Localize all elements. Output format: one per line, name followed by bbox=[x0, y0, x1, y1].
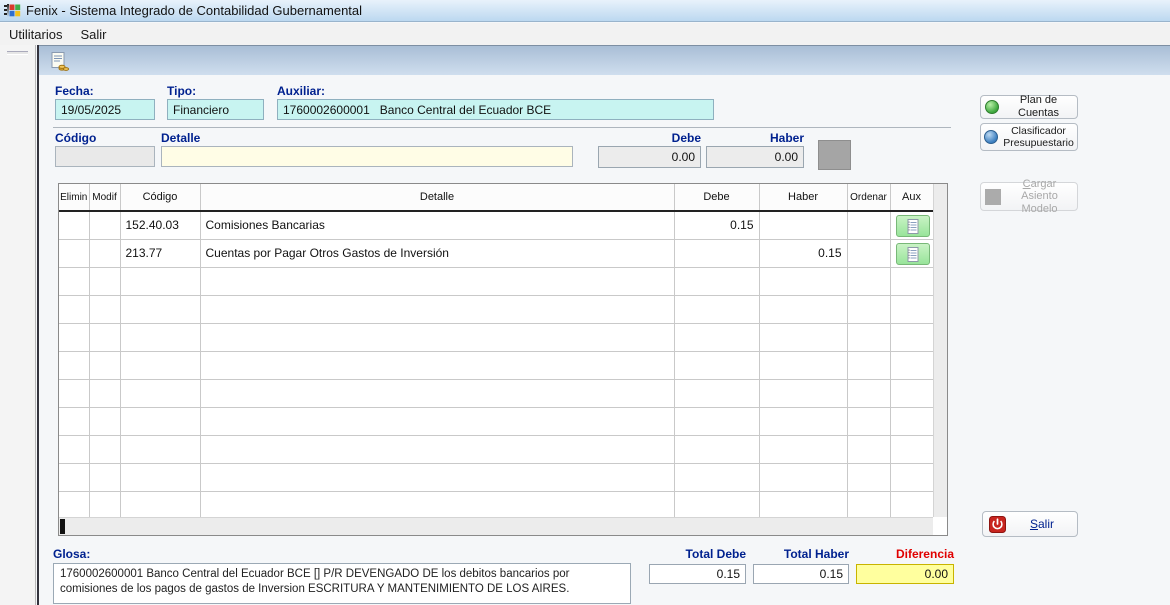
diferencia-label: Diferencia bbox=[895, 547, 954, 561]
diferencia-field: 0.00 bbox=[856, 564, 954, 584]
grid-empty-row[interactable] bbox=[59, 267, 934, 296]
plan-de-cuentas-button[interactable]: Plan de Cuentas bbox=[980, 94, 1078, 119]
col-detalle: Detalle bbox=[200, 184, 675, 212]
menu-salir[interactable]: Salir bbox=[71, 25, 115, 44]
total-haber-label: Total Haber bbox=[783, 547, 849, 561]
salir-button[interactable]: Salir bbox=[982, 511, 1078, 537]
col-debe: Debe bbox=[674, 184, 760, 212]
tipo-input[interactable]: Financiero bbox=[167, 99, 264, 120]
new-entry-button[interactable] bbox=[47, 50, 71, 73]
power-icon bbox=[989, 515, 1006, 533]
grid-empty-row[interactable] bbox=[59, 351, 934, 380]
grid-empty-row[interactable] bbox=[59, 491, 934, 520]
grid-empty-row[interactable] bbox=[59, 295, 934, 324]
auxiliar-label: Auxiliar: bbox=[277, 84, 326, 98]
col-elimin: Elimin bbox=[59, 184, 90, 212]
entries-grid: Elimin Modif Código Detalle Debe Haber O… bbox=[58, 183, 948, 536]
col-haber: Haber bbox=[759, 184, 848, 212]
total-haber-field: 0.15 bbox=[753, 564, 849, 584]
codigo-input[interactable] bbox=[55, 146, 155, 167]
grid-horizontal-scrollbar[interactable] bbox=[59, 517, 933, 535]
haber-label: Haber bbox=[769, 131, 804, 145]
grid-row[interactable]: 213.77 Cuentas por Pagar Otros Gastos de… bbox=[59, 239, 934, 268]
title-bar: Fenix - Sistema Integrado de Contabilida… bbox=[0, 0, 1170, 22]
notepad-icon bbox=[907, 218, 918, 234]
grid-empty-row[interactable] bbox=[59, 435, 934, 464]
aux-button[interactable] bbox=[895, 243, 930, 265]
tipo-label: Tipo: bbox=[167, 84, 197, 98]
aux-button[interactable] bbox=[895, 215, 930, 238]
haber-input[interactable]: 0.00 bbox=[706, 146, 804, 168]
col-ordenar: Ordenar bbox=[847, 184, 891, 212]
detalle-label: Detalle bbox=[161, 131, 201, 145]
auxiliar-input[interactable]: 1760002600001 Banco Central del Ecuador … bbox=[277, 99, 714, 120]
fecha-input[interactable]: 19/05/2025 bbox=[55, 99, 155, 120]
codigo-label: Código bbox=[55, 131, 97, 145]
col-aux: Aux bbox=[890, 184, 934, 212]
total-debe-field: 0.15 bbox=[649, 564, 746, 584]
scrollbar-corner bbox=[933, 517, 947, 535]
col-codigo: Código bbox=[120, 184, 201, 212]
toolbar bbox=[39, 45, 1170, 75]
add-entry-button[interactable] bbox=[818, 140, 851, 170]
grid-vertical-scrollbar[interactable] bbox=[933, 184, 947, 517]
notepad-icon bbox=[907, 246, 918, 262]
menu-utilitarios[interactable]: Utilitarios bbox=[0, 25, 71, 44]
gray-square-icon bbox=[985, 188, 1001, 205]
total-debe-label: Total Debe bbox=[685, 547, 746, 561]
left-panel-splitter[interactable] bbox=[0, 45, 36, 605]
grid-header-row: Elimin Modif Código Detalle Debe Haber O… bbox=[59, 184, 934, 212]
green-sphere-icon bbox=[985, 100, 999, 114]
content-area: Fecha: 19/05/2025 Tipo: Financiero Auxil… bbox=[37, 45, 1170, 605]
glosa-label: Glosa: bbox=[53, 547, 91, 561]
grid-empty-row[interactable] bbox=[59, 407, 934, 436]
cargar-asiento-modelo-button[interactable]: Cargar Asiento Modelo bbox=[980, 178, 1078, 215]
grid-row[interactable]: 152.40.03 Comisiones Bancarias 0.15 bbox=[59, 211, 934, 240]
glosa-textarea[interactable]: 1760002600001 Banco Central del Ecuador … bbox=[53, 563, 631, 604]
debe-input[interactable]: 0.00 bbox=[598, 146, 701, 168]
fecha-label: Fecha: bbox=[55, 84, 94, 98]
window-title: Fenix - Sistema Integrado de Contabilida… bbox=[26, 3, 363, 18]
menu-bar: Utilitarios Salir bbox=[0, 23, 1170, 45]
scrollbar-thumb[interactable] bbox=[60, 519, 65, 534]
debe-label: Debe bbox=[671, 131, 701, 145]
document-coins-icon bbox=[51, 52, 69, 71]
grid-empty-row[interactable] bbox=[59, 323, 934, 352]
grid-empty-row[interactable] bbox=[59, 463, 934, 492]
clasificador-presupuestario-button[interactable]: Clasificador Presupuestario bbox=[980, 123, 1078, 151]
app-logo-icon bbox=[4, 4, 21, 17]
separator-line bbox=[53, 127, 951, 128]
splitter-grip[interactable] bbox=[7, 51, 28, 55]
app-window: Fenix - Sistema Integrado de Contabilida… bbox=[0, 0, 1170, 605]
grid-empty-row[interactable] bbox=[59, 379, 934, 408]
col-modif: Modif bbox=[89, 184, 121, 212]
detalle-input[interactable] bbox=[161, 146, 573, 167]
blue-sphere-icon bbox=[984, 130, 999, 144]
